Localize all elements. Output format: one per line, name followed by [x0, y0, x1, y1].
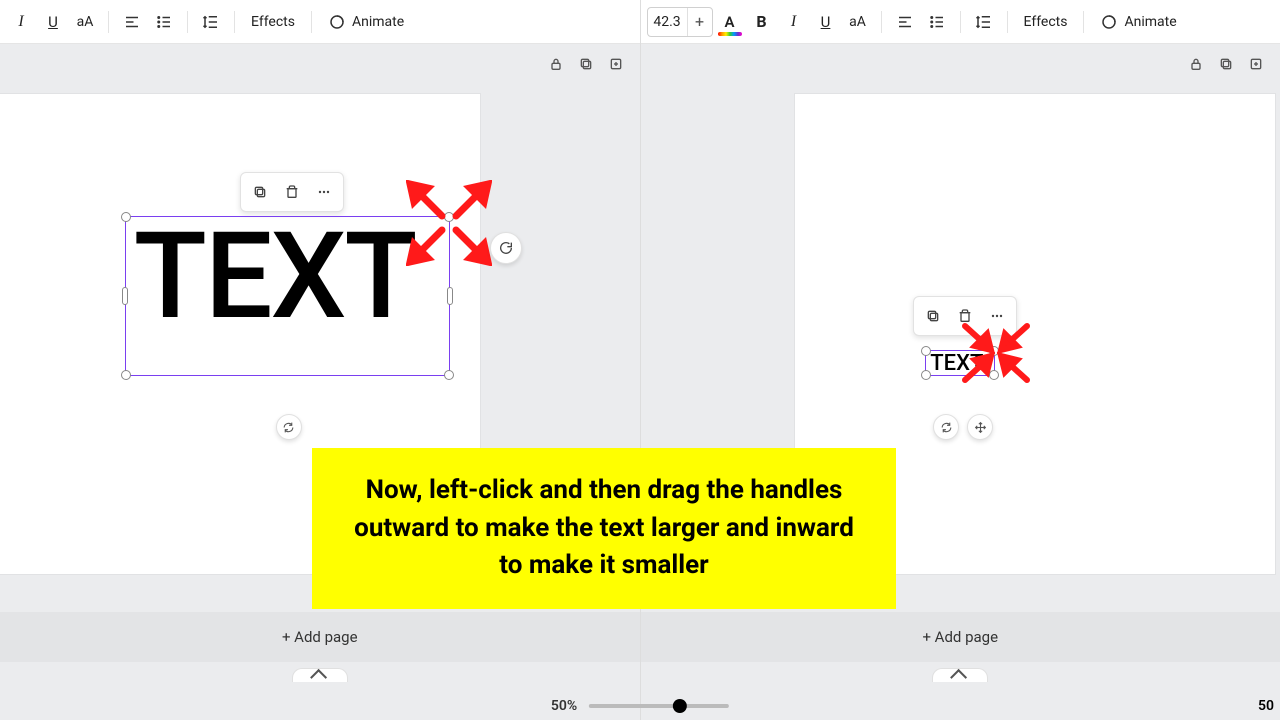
effects-button[interactable]: Effects	[1016, 14, 1076, 30]
underline-button[interactable]: U	[811, 6, 841, 38]
italic-button[interactable]: I	[779, 6, 809, 38]
animate-button[interactable]: Animate	[320, 6, 412, 38]
duplicate-icon[interactable]	[918, 301, 948, 331]
more-icon[interactable]	[309, 177, 339, 207]
separator	[108, 11, 109, 33]
toolbar-right: 42.3 + A B I U aA Effects	[641, 0, 1280, 44]
font-size-control[interactable]: 42.3 +	[647, 7, 713, 37]
align-button[interactable]	[890, 6, 920, 38]
zoom-slider[interactable]	[589, 704, 729, 708]
page-actions	[1186, 54, 1266, 74]
animate-label: Animate	[1124, 14, 1176, 30]
separator	[1007, 11, 1008, 33]
animate-icon	[328, 13, 346, 31]
shrink-arrows-annotation	[953, 316, 1039, 390]
rotate-button[interactable]	[490, 232, 522, 264]
font-size-value[interactable]: 42.3	[648, 8, 688, 36]
resize-handle-bl[interactable]	[921, 370, 931, 380]
sync-icon	[940, 421, 953, 434]
page-tab-handle[interactable]	[292, 668, 348, 682]
resize-handle-bl[interactable]	[121, 370, 131, 380]
sync-icon	[282, 421, 295, 434]
align-button[interactable]	[117, 6, 147, 38]
zoom-control[interactable]: 50%	[551, 698, 729, 714]
text-color-glyph: A	[724, 13, 734, 31]
italic-button[interactable]: I	[6, 6, 36, 38]
align-icon	[123, 13, 141, 31]
list-button[interactable]	[149, 6, 179, 38]
zoom-level-label: 50%	[551, 698, 577, 714]
page-actions	[546, 54, 626, 74]
zoom-label-partial: 50	[1258, 698, 1274, 714]
effects-button[interactable]: Effects	[243, 14, 303, 30]
text-case-button[interactable]: aA	[843, 6, 873, 38]
instruction-callout: Now, left-click and then drag the handle…	[312, 448, 896, 609]
text-content[interactable]: TEXT	[126, 217, 449, 337]
list-icon	[155, 13, 173, 31]
canvas-area-right[interactable]: TEXT	[641, 44, 1280, 720]
add-page-button[interactable]: + Add page	[282, 628, 358, 646]
text-color-button[interactable]: A	[715, 6, 745, 38]
separator	[311, 11, 312, 33]
add-page-button[interactable]: + Add page	[922, 628, 998, 646]
move-icon	[974, 421, 987, 434]
font-size-plus[interactable]: +	[688, 12, 712, 31]
resize-handle-left[interactable]	[122, 287, 128, 305]
separator	[187, 11, 188, 33]
resize-handle-right[interactable]	[447, 287, 453, 305]
separator	[960, 11, 961, 33]
spacing-icon	[975, 13, 993, 31]
spacing-icon	[202, 13, 220, 31]
canvas-area-left[interactable]: TEXT	[0, 44, 640, 720]
separator	[881, 11, 882, 33]
trash-icon[interactable]	[277, 177, 307, 207]
text-case-button[interactable]: aA	[70, 6, 100, 38]
separator	[1083, 11, 1084, 33]
duplicate-page-icon[interactable]	[576, 54, 596, 74]
underline-button[interactable]: U	[38, 6, 68, 38]
resize-handle-br[interactable]	[444, 370, 454, 380]
separator	[234, 11, 235, 33]
zoom-slider-knob[interactable]	[673, 699, 687, 713]
animate-label: Animate	[352, 14, 404, 30]
color-spectrum-icon	[718, 32, 742, 36]
animate-icon	[1100, 13, 1118, 31]
spacing-button[interactable]	[196, 6, 226, 38]
rotate-icon	[498, 240, 514, 256]
add-page-bar: + Add page	[0, 612, 640, 662]
add-page-icon[interactable]	[1246, 54, 1266, 74]
spacing-button[interactable]	[969, 6, 999, 38]
list-button[interactable]	[922, 6, 952, 38]
duplicate-icon[interactable]	[245, 177, 275, 207]
sync-button[interactable]	[276, 414, 302, 440]
animate-button[interactable]: Animate	[1092, 6, 1184, 38]
toolbar-left: I U aA Effects Animate	[0, 0, 640, 44]
resize-handle-tl[interactable]	[121, 212, 131, 222]
list-icon	[928, 13, 946, 31]
add-page-bar: + Add page	[641, 612, 1280, 662]
bold-button[interactable]: B	[747, 6, 777, 38]
add-page-icon[interactable]	[606, 54, 626, 74]
expand-arrows-annotation	[406, 180, 492, 266]
duplicate-page-icon[interactable]	[1216, 54, 1236, 74]
align-icon	[896, 13, 914, 31]
lock-icon[interactable]	[546, 54, 566, 74]
lock-icon[interactable]	[1186, 54, 1206, 74]
sync-button[interactable]	[933, 414, 959, 440]
move-button[interactable]	[967, 414, 993, 440]
text-element-selected[interactable]: TEXT	[125, 216, 450, 376]
page-tab-handle[interactable]	[932, 668, 988, 682]
context-toolbar	[240, 172, 344, 212]
